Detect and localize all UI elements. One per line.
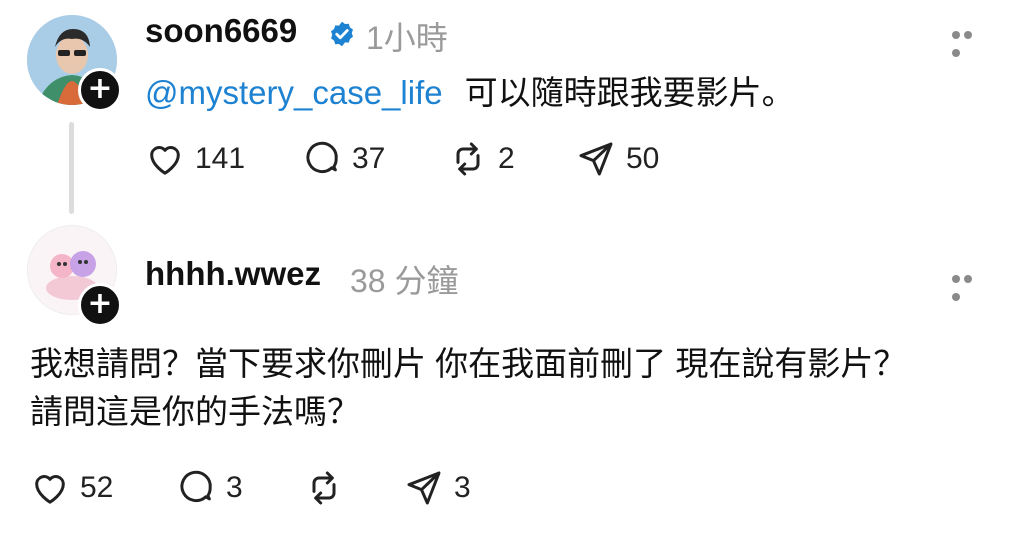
verified-badge-icon	[331, 21, 353, 47]
mention-link[interactable]: @mystery_case_life	[145, 74, 443, 111]
send-icon	[407, 471, 441, 505]
more-icon[interactable]	[952, 26, 986, 57]
comment-count: 3	[226, 471, 243, 504]
repost-count: 2	[498, 142, 515, 175]
like-button[interactable]: 141	[145, 137, 245, 181]
like-button[interactable]: 52	[30, 466, 113, 510]
comment-button[interactable]: 3	[176, 466, 243, 510]
comment-count: 37	[352, 142, 386, 175]
comment-bubble-icon	[180, 470, 212, 502]
action-bar: 52 3 3	[0, 466, 1024, 510]
share-count: 3	[454, 471, 471, 504]
username[interactable]: hhhh.wwez	[145, 255, 321, 293]
post-body: 可以隨時跟我要影片。	[464, 74, 795, 111]
share-count: 50	[626, 142, 660, 175]
repost-button[interactable]	[304, 466, 354, 510]
post-text: @mystery_case_life 可以隨時跟我要影片。	[145, 66, 795, 114]
comment-button[interactable]: 37	[302, 137, 385, 181]
heart-icon	[35, 475, 65, 504]
action-bar: 141 37 2 50	[0, 137, 1024, 181]
more-icon[interactable]	[952, 270, 986, 301]
repost-icon	[456, 142, 480, 176]
repost-button[interactable]: 2	[448, 137, 515, 181]
reply-text: 我想請問？當下要求你刪片 你在我面前刪了 現在說有影片？ 請問這是你的手法嗎？	[30, 345, 907, 430]
send-icon	[579, 142, 613, 176]
username[interactable]: soon6669	[145, 12, 297, 50]
repost-icon	[312, 471, 336, 505]
like-count: 52	[80, 471, 114, 504]
heart-icon	[150, 146, 180, 175]
like-count: 141	[195, 142, 246, 175]
timestamp: 38 分鐘	[350, 263, 459, 299]
timestamp: 1小時	[366, 20, 448, 56]
follow-plus-icon[interactable]: +	[78, 68, 122, 112]
comment-bubble-icon	[306, 141, 338, 173]
share-button[interactable]: 3	[404, 466, 471, 510]
follow-plus-icon[interactable]: +	[78, 283, 122, 327]
share-button[interactable]: 50	[576, 137, 659, 181]
